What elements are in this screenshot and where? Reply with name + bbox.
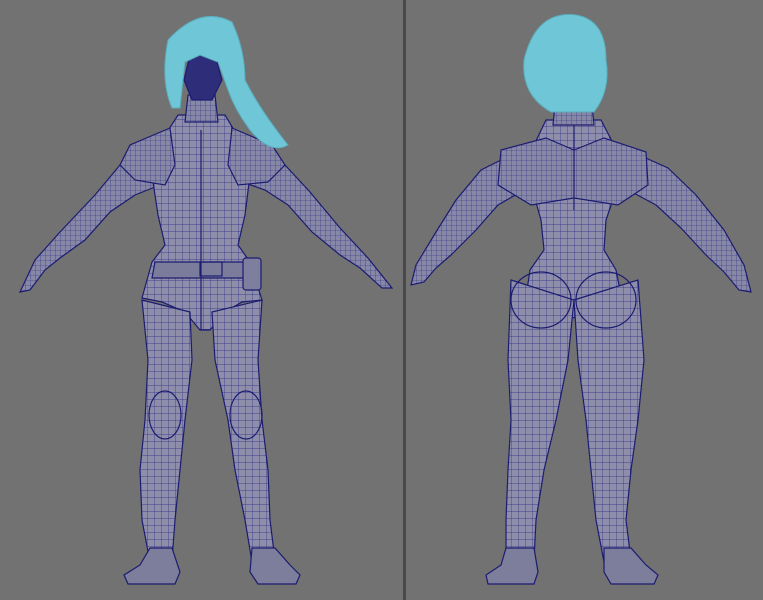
back-left-boot [485,547,539,585]
front-left-leg [139,299,193,563]
front-model-canvas [18,15,394,585]
back-right-boot [603,547,659,585]
viewport-back[interactable] [406,0,763,600]
back-left-leg [505,279,575,563]
back-model-canvas [410,14,752,585]
viewport-layout [0,0,763,600]
viewport-front[interactable] [0,0,403,600]
back-right-leg [573,279,645,563]
back-hair [523,14,608,113]
front-body [18,54,394,585]
back-body [410,94,752,585]
front-right-leg [211,299,276,563]
front-right-boot [249,547,301,585]
front-left-boot [123,547,181,585]
